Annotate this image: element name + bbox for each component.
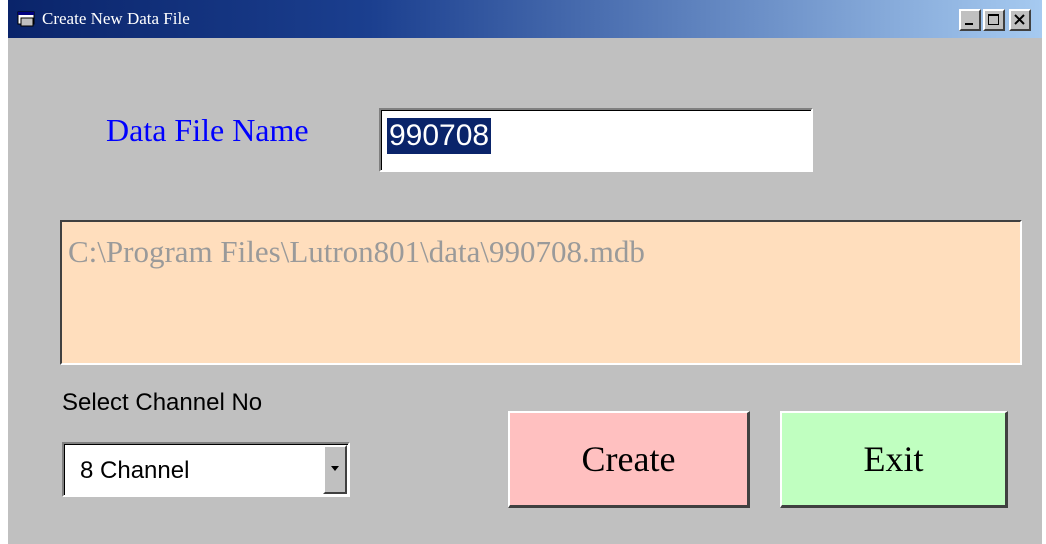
data-file-name-value[interactable]: 990708 <box>387 118 492 154</box>
close-button[interactable] <box>1009 9 1031 31</box>
channel-select[interactable]: 8 Channel <box>62 442 350 497</box>
channel-select-value[interactable]: 8 Channel <box>80 457 189 485</box>
window-title: Create New Data File <box>42 9 190 28</box>
file-path-text: C:\Program Files\Lutron801\data\990708.m… <box>68 234 645 269</box>
file-path-display: C:\Program Files\Lutron801\data\990708.m… <box>60 220 1022 365</box>
minimize-button[interactable] <box>959 9 981 31</box>
data-file-name-label: Data File Name <box>106 112 309 148</box>
data-file-name-input[interactable]: 990708 <box>379 108 813 172</box>
create-data-file-window: Create New Data File Data File Name 9907… <box>8 0 1042 544</box>
exit-button[interactable]: Exit <box>780 411 1008 508</box>
title-bar[interactable]: Create New Data File <box>8 0 1042 38</box>
close-icon <box>1014 14 1025 25</box>
select-channel-label: Select Channel No <box>62 389 263 416</box>
maximize-button[interactable] <box>983 9 1005 31</box>
channel-dropdown-button[interactable] <box>323 445 347 494</box>
app-window-icon[interactable] <box>17 10 37 28</box>
create-button[interactable]: Create <box>508 411 750 508</box>
minimize-icon <box>965 23 973 25</box>
maximize-icon <box>988 14 999 25</box>
chevron-down-icon <box>331 466 339 471</box>
